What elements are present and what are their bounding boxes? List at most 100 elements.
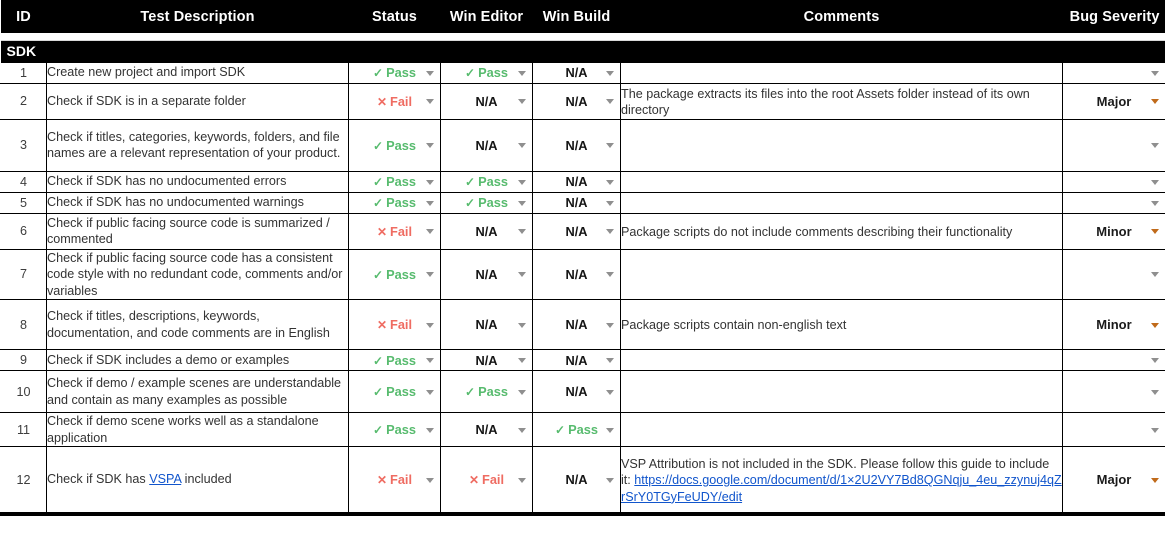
comments-cell[interactable]: Package scripts do not include comments … xyxy=(620,212,1063,250)
chevron-down-icon[interactable] xyxy=(606,200,614,206)
test-description[interactable]: Check if SDK has VSPA included xyxy=(46,446,349,513)
chevron-down-icon[interactable] xyxy=(518,272,526,278)
comments-cell[interactable] xyxy=(620,412,1063,447)
row-id[interactable]: 7 xyxy=(0,248,47,300)
chevron-down-icon[interactable] xyxy=(606,99,614,104)
chevron-down-icon[interactable] xyxy=(1151,477,1159,483)
bug-severity-dropdown[interactable]: Major xyxy=(1062,446,1165,513)
win-editor-dropdown[interactable]: N/A xyxy=(440,82,533,120)
chevron-down-icon[interactable] xyxy=(1151,427,1159,433)
win-editor-dropdown[interactable]: N/A xyxy=(440,212,533,250)
comments-cell[interactable] xyxy=(620,118,1063,172)
row-id[interactable]: 9 xyxy=(0,349,47,371)
win-build-dropdown[interactable]: N/A xyxy=(532,370,621,413)
win-editor-dropdown[interactable]: ✓ Pass xyxy=(440,370,533,413)
bug-severity-dropdown[interactable] xyxy=(1062,248,1165,300)
chevron-down-icon[interactable] xyxy=(1151,143,1159,148)
chevron-down-icon[interactable] xyxy=(606,322,614,328)
win-editor-dropdown[interactable]: ✕ Fail xyxy=(440,446,533,513)
column-header-description[interactable]: Test Description xyxy=(46,0,349,33)
column-header-id[interactable]: ID xyxy=(0,0,47,33)
test-description[interactable]: Create new project and import SDK xyxy=(46,61,349,84)
comments-cell[interactable] xyxy=(620,170,1063,193)
win-build-dropdown[interactable]: N/A xyxy=(532,299,621,350)
chevron-down-icon[interactable] xyxy=(1151,200,1159,206)
win-build-dropdown[interactable]: N/A xyxy=(532,170,621,193)
chevron-down-icon[interactable] xyxy=(426,427,434,433)
win-build-dropdown[interactable]: N/A xyxy=(532,191,621,214)
chevron-down-icon[interactable] xyxy=(606,477,614,483)
bug-severity-dropdown[interactable]: Minor xyxy=(1062,212,1165,250)
row-id[interactable]: 4 xyxy=(0,170,47,193)
status-dropdown[interactable]: ✕ Fail xyxy=(348,82,441,120)
chevron-down-icon[interactable] xyxy=(426,99,434,104)
chevron-down-icon[interactable] xyxy=(1151,179,1159,185)
column-header-comments[interactable]: Comments xyxy=(620,0,1063,33)
chevron-down-icon[interactable] xyxy=(518,200,526,206)
comments-cell[interactable]: The package extracts its files into the … xyxy=(620,82,1063,120)
win-build-dropdown[interactable]: N/A xyxy=(532,82,621,120)
chevron-down-icon[interactable] xyxy=(518,99,526,104)
row-id[interactable]: 2 xyxy=(0,82,47,120)
chevron-down-icon[interactable] xyxy=(606,389,614,395)
win-build-dropdown[interactable]: N/A xyxy=(532,349,621,371)
win-build-dropdown[interactable]: N/A xyxy=(532,61,621,84)
chevron-down-icon[interactable] xyxy=(426,358,434,363)
chevron-down-icon[interactable] xyxy=(426,179,434,185)
comments-cell[interactable] xyxy=(620,349,1063,371)
column-header-bug-severity[interactable]: Bug Severity xyxy=(1062,0,1165,33)
status-dropdown[interactable]: ✓ Pass xyxy=(348,118,441,172)
test-description[interactable]: Check if demo / example scenes are under… xyxy=(46,370,349,413)
chevron-down-icon[interactable] xyxy=(606,358,614,363)
vspa-link[interactable]: VSPA xyxy=(149,472,181,486)
chevron-down-icon[interactable] xyxy=(1151,70,1159,76)
chevron-down-icon[interactable] xyxy=(1151,358,1159,363)
chevron-down-icon[interactable] xyxy=(1151,322,1159,328)
bug-severity-dropdown[interactable] xyxy=(1062,412,1165,447)
chevron-down-icon[interactable] xyxy=(606,272,614,278)
chevron-down-icon[interactable] xyxy=(518,358,526,363)
column-header-win-editor[interactable]: Win Editor xyxy=(440,0,533,33)
comments-cell[interactable] xyxy=(620,370,1063,413)
test-description[interactable]: Check if SDK is in a separate folder xyxy=(46,82,349,120)
test-description[interactable]: Check if public facing source code is su… xyxy=(46,212,349,250)
status-dropdown[interactable]: ✕ Fail xyxy=(348,446,441,513)
status-dropdown[interactable]: ✓ Pass xyxy=(348,248,441,300)
chevron-down-icon[interactable] xyxy=(426,322,434,328)
win-build-dropdown[interactable]: N/A xyxy=(532,248,621,300)
status-dropdown[interactable]: ✓ Pass xyxy=(348,61,441,84)
comments-guide-link[interactable]: https://docs.google.com/document/d/1×2U2… xyxy=(621,473,1062,504)
chevron-down-icon[interactable] xyxy=(426,477,434,483)
comments-cell[interactable] xyxy=(620,61,1063,84)
chevron-down-icon[interactable] xyxy=(426,389,434,395)
bug-severity-dropdown[interactable] xyxy=(1062,370,1165,413)
chevron-down-icon[interactable] xyxy=(426,70,434,76)
row-id[interactable]: 3 xyxy=(0,118,47,172)
win-editor-dropdown[interactable]: ✓ Pass xyxy=(440,170,533,193)
win-editor-dropdown[interactable]: N/A xyxy=(440,248,533,300)
row-id[interactable]: 10 xyxy=(0,370,47,413)
test-description[interactable]: Check if titles, descriptions, keywords,… xyxy=(46,299,349,350)
chevron-down-icon[interactable] xyxy=(426,272,434,278)
row-id[interactable]: 8 xyxy=(0,299,47,350)
chevron-down-icon[interactable] xyxy=(426,229,434,234)
win-editor-dropdown[interactable]: N/A xyxy=(440,349,533,371)
chevron-down-icon[interactable] xyxy=(606,427,614,433)
test-description[interactable]: Check if public facing source code has a… xyxy=(46,248,349,300)
chevron-down-icon[interactable] xyxy=(1151,99,1159,104)
chevron-down-icon[interactable] xyxy=(1151,389,1159,395)
chevron-down-icon[interactable] xyxy=(518,179,526,185)
chevron-down-icon[interactable] xyxy=(518,70,526,76)
win-editor-dropdown[interactable]: ✓ Pass xyxy=(440,61,533,84)
chevron-down-icon[interactable] xyxy=(1151,229,1159,234)
win-editor-dropdown[interactable]: ✓ Pass xyxy=(440,191,533,214)
comments-cell[interactable]: VSP Attribution is not included in the S… xyxy=(620,446,1063,513)
status-dropdown[interactable]: ✕ Fail xyxy=(348,212,441,250)
win-editor-dropdown[interactable]: N/A xyxy=(440,412,533,447)
test-description[interactable]: Check if SDK has no undocumented errors xyxy=(46,170,349,193)
comments-cell[interactable]: Package scripts contain non-english text xyxy=(620,299,1063,350)
win-build-dropdown[interactable]: N/A xyxy=(532,118,621,172)
comments-cell[interactable] xyxy=(620,248,1063,300)
chevron-down-icon[interactable] xyxy=(518,389,526,395)
status-dropdown[interactable]: ✓ Pass xyxy=(348,370,441,413)
